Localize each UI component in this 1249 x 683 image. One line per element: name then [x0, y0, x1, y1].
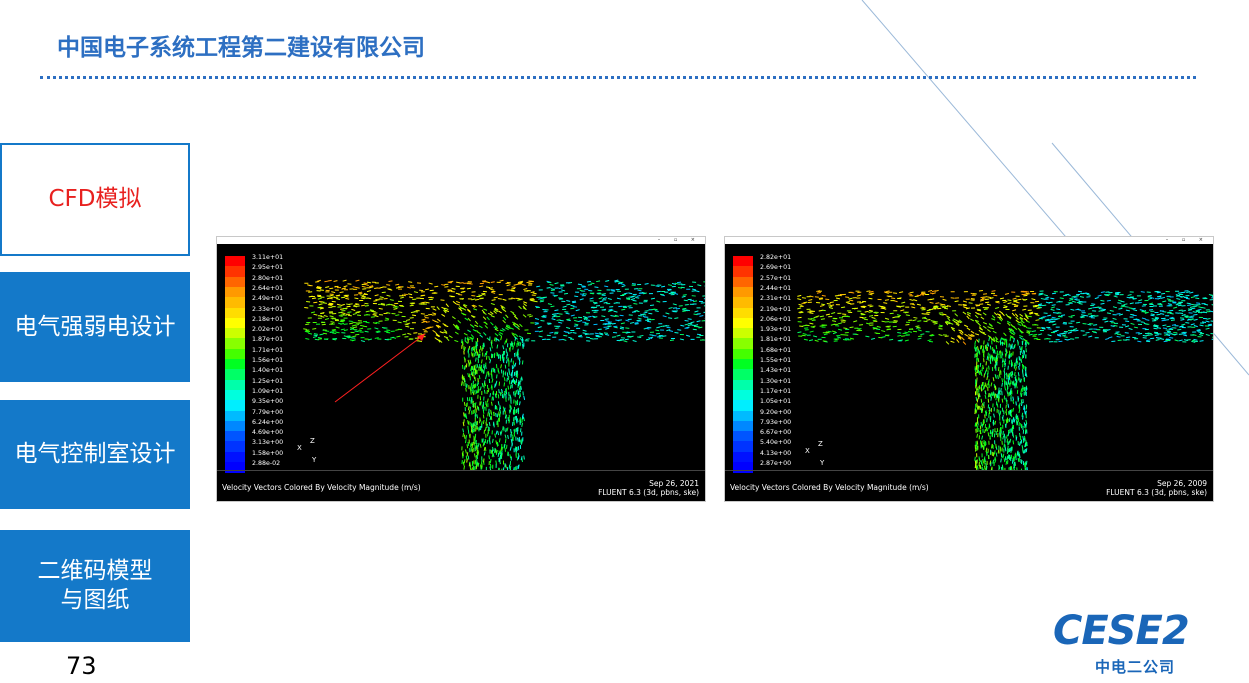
colorbar-label: 2.64e+01 [252, 284, 284, 292]
colorbar-label: 5.40e+00 [760, 439, 792, 447]
nav-item-label: 二维码模型 与图纸 [37, 558, 153, 613]
axis-z-label: Z [310, 437, 315, 445]
colorbar-label: 1.43e+01 [760, 367, 792, 375]
colorbar-label: 2.02e+01 [252, 326, 284, 334]
colorbar-label: 2.49e+01 [252, 295, 284, 303]
colorbar-label: 2.88e-02 [252, 460, 281, 467]
plot-caption: Velocity Vectors Colored By Velocity Mag… [730, 483, 929, 492]
header-divider [40, 76, 1196, 79]
colorbar-label: 6.67e+00 [760, 429, 792, 437]
axis-y-label: Y [820, 459, 825, 467]
nav-item-control-room-design[interactable]: 电气控制室设计 [0, 400, 190, 509]
colorbar-label: 2.31e+01 [760, 295, 792, 303]
colorbar-label: 1.30e+01 [760, 377, 792, 385]
velocity-vector-field [797, 289, 1213, 470]
colorbar-label: 2.80e+01 [252, 274, 284, 282]
window-titlebar: – ▫ × [217, 237, 705, 244]
colorbar-label: 7.93e+00 [760, 418, 792, 426]
axis-z-label: Z [818, 440, 823, 448]
colorbar-label: 2.33e+01 [252, 305, 284, 313]
company-title: 中国电子系统工程第二建设有限公司 [57, 35, 425, 61]
colorbar-label: 1.71e+01 [252, 346, 284, 354]
colorbar-label: 2.82e+01 [760, 254, 792, 261]
window-footer: Velocity Vectors Colored By Velocity Mag… [725, 470, 1213, 502]
colorbar-label: 2.95e+01 [252, 264, 284, 272]
colorbar-label: 1.58e+00 [252, 449, 284, 457]
colorbar-label: 4.13e+00 [760, 449, 792, 457]
annotation-arrow [334, 333, 426, 403]
colorbar-label: 1.05e+01 [760, 398, 792, 406]
colorbar-label: 1.93e+01 [760, 326, 792, 334]
colorbar-label: 2.06e+01 [760, 315, 792, 323]
colorbar-label: 1.55e+01 [760, 357, 792, 364]
nav-item-label: 电气强弱电设计 [14, 313, 176, 340]
plot-date: Sep 26, 2021 [649, 479, 699, 488]
colorbar-label: 1.40e+01 [252, 367, 284, 375]
logo-subtitle: 中电二公司 [1095, 658, 1176, 676]
colorbar-label: 2.69e+01 [760, 264, 792, 272]
colorbar-label: 3.13e+00 [252, 439, 284, 447]
colorbar-label: 9.35e+00 [252, 398, 284, 406]
nav-item-cfd-simulation[interactable]: CFD模拟 [0, 143, 190, 256]
colorbar-label: 7.79e+00 [252, 408, 284, 416]
solver-info: FLUENT 6.3 (3d, pbns, ske) [598, 488, 699, 497]
plot-date: Sep 26, 2009 [1157, 479, 1207, 488]
colorbar-label: 4.69e+00 [252, 429, 284, 437]
nav-item-qr-model-drawings[interactable]: 二维码模型 与图纸 [0, 530, 190, 642]
colorbar-label: 1.17e+01 [760, 387, 792, 395]
colorbar-label: 3.11e+01 [252, 254, 284, 261]
colorbar-label: 1.81e+01 [760, 336, 792, 344]
colorbar-label: 2.87e+00 [760, 460, 792, 467]
window-footer: Velocity Vectors Colored By Velocity Mag… [217, 470, 705, 502]
colorbar-label: 2.44e+01 [760, 284, 792, 292]
axis-x-label: X [297, 444, 302, 452]
colorbar-label: 1.56e+01 [252, 357, 284, 364]
colorbar-label: 2.18e+01 [252, 315, 284, 323]
plot-area: 3.11e+01 2.95e+01 2.80e+01 2.64e+01 2.49e+01… [217, 244, 705, 473]
axis-x-label: X [805, 447, 810, 455]
colorbar-label: 1.87e+01 [252, 336, 284, 344]
company-logo: CESE2 中电二公司 [1053, 608, 1229, 680]
nav-item-label: CFD模拟 [48, 186, 142, 213]
velocity-vector-field [303, 279, 705, 470]
window-titlebar: – ▫ × [725, 237, 1213, 244]
colorbar-label: 1.09e+01 [252, 387, 284, 395]
fluent-window-1: – ▫ × 3.11e+01 2.95e+01 2.80e+01 2.64e+01 2.… [216, 236, 706, 502]
colorbar-label: 2.19e+01 [760, 305, 792, 313]
plot-caption: Velocity Vectors Colored By Velocity Mag… [222, 483, 421, 492]
axis-triad: X Z Y [297, 437, 316, 464]
fluent-window-2: – ▫ × 2.82e+01 2.69e+01 2.57e+01 2.44e+01 2.… [724, 236, 1214, 502]
solver-info: FLUENT 6.3 (3d, pbns, ske) [1106, 488, 1207, 497]
logo-mark: CESE2 [1053, 608, 1190, 654]
colorbar-label: 1.25e+01 [252, 377, 284, 385]
colorbar-label: 1.68e+01 [760, 346, 792, 354]
axis-y-label: Y [312, 456, 317, 464]
nav-item-label: 电气控制室设计 [14, 441, 176, 468]
axis-triad: X Z Y [805, 440, 824, 467]
window-controls[interactable]: – ▫ × [1166, 237, 1209, 244]
colorbar-label: 6.24e+00 [252, 418, 284, 426]
nav-item-electrical-design[interactable]: 电气强弱电设计 [0, 272, 190, 382]
colorbar-label: 2.57e+01 [760, 274, 792, 282]
plot-area: 2.82e+01 2.69e+01 2.57e+01 2.44e+01 2.31e+01… [725, 244, 1213, 473]
colorbar-label: 9.20e+00 [760, 408, 792, 416]
page-number: 73 [66, 652, 97, 680]
window-controls[interactable]: – ▫ × [658, 237, 701, 244]
